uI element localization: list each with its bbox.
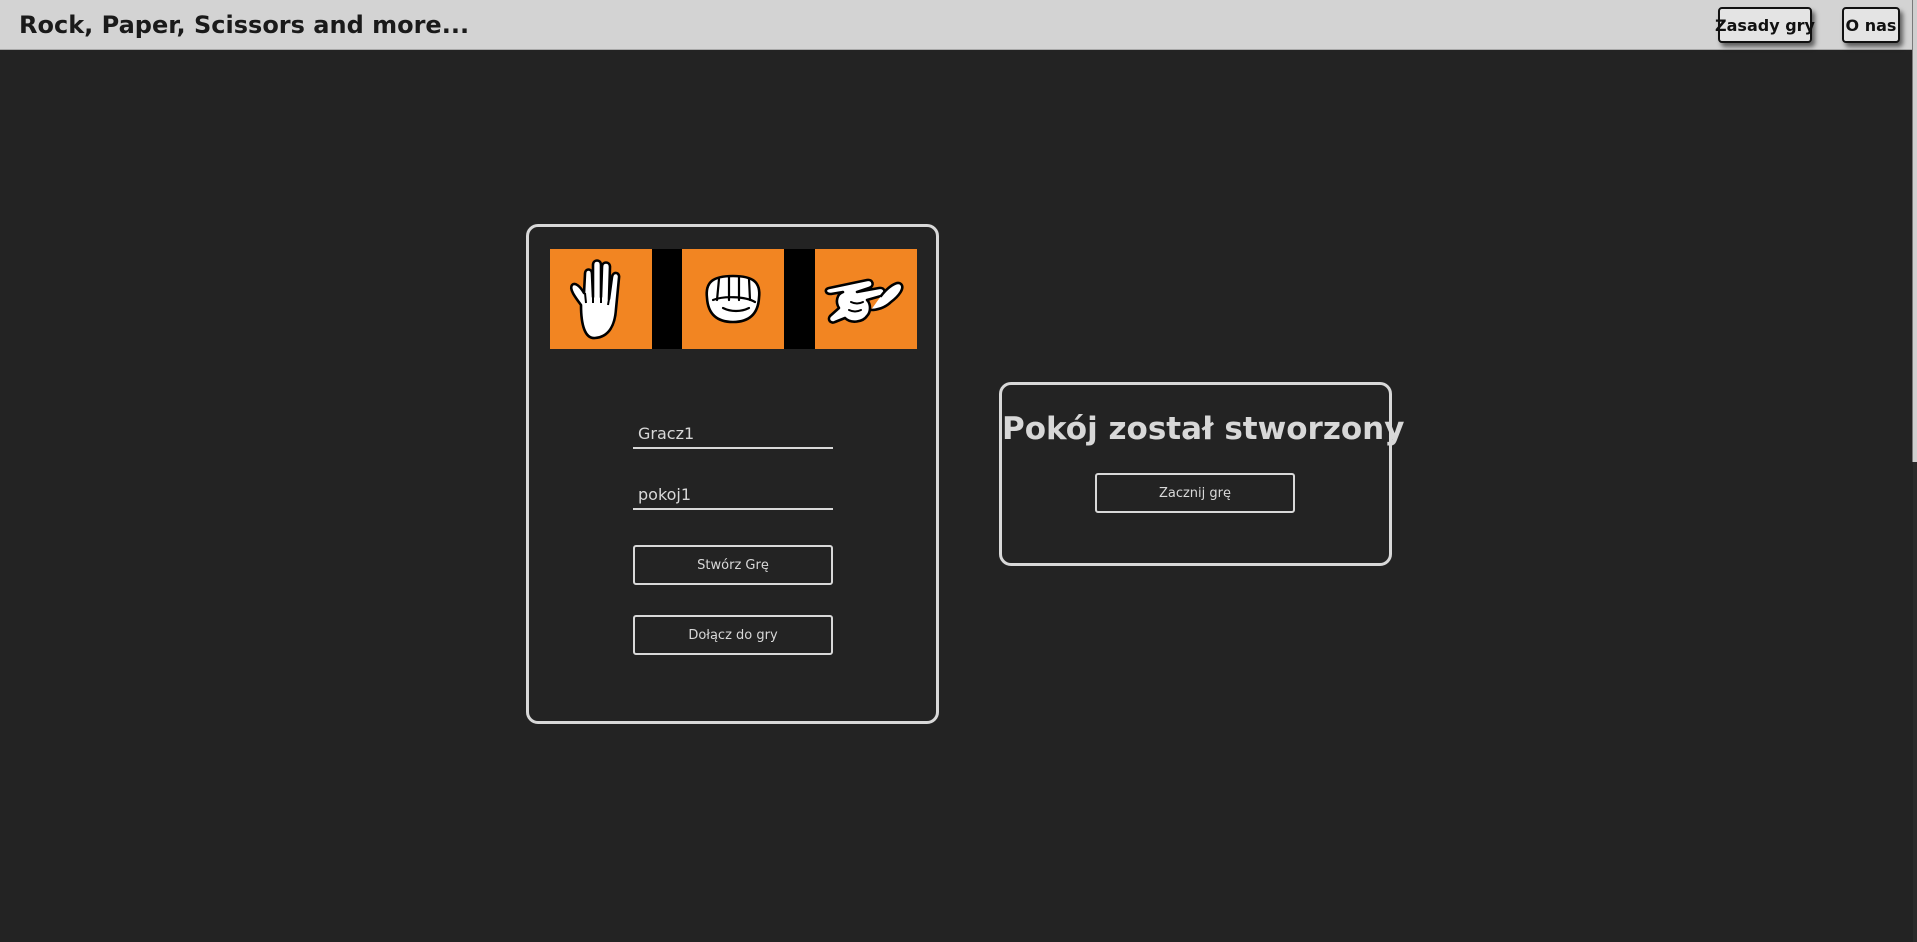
scrollbar[interactable] bbox=[1912, 0, 1917, 942]
top-bar: Rock, Paper, Scissors and more... Zasady… bbox=[0, 0, 1917, 50]
room-name-input[interactable] bbox=[633, 480, 833, 510]
scissors-hand-icon bbox=[824, 278, 904, 324]
choice-paper[interactable] bbox=[550, 249, 652, 349]
player-name-input[interactable] bbox=[633, 419, 833, 449]
choice-scissors[interactable] bbox=[815, 249, 917, 349]
scrollbar-thumb[interactable] bbox=[1912, 0, 1917, 462]
start-game-button[interactable]: Zacznij grę bbox=[1095, 473, 1295, 513]
lobby-card: Stwórz Grę Dołącz do gry bbox=[526, 224, 939, 724]
choice-rock[interactable] bbox=[682, 249, 784, 349]
app-title: Rock, Paper, Scissors and more... bbox=[19, 11, 470, 39]
open-hand-icon bbox=[569, 259, 621, 340]
rules-button[interactable]: Zasady gry bbox=[1715, 7, 1815, 43]
about-button[interactable]: O nas bbox=[1842, 7, 1900, 43]
room-created-title: Pokój został stworzony bbox=[1002, 411, 1405, 447]
join-game-button[interactable]: Dołącz do gry bbox=[633, 615, 833, 655]
room-created-card: Pokój został stworzony Zacznij grę bbox=[999, 382, 1405, 566]
choice-strip bbox=[550, 249, 917, 349]
fist-icon bbox=[705, 274, 761, 324]
create-game-button[interactable]: Stwórz Grę bbox=[633, 545, 833, 585]
app-page: Rock, Paper, Scissors and more... Zasady… bbox=[0, 0, 1917, 942]
